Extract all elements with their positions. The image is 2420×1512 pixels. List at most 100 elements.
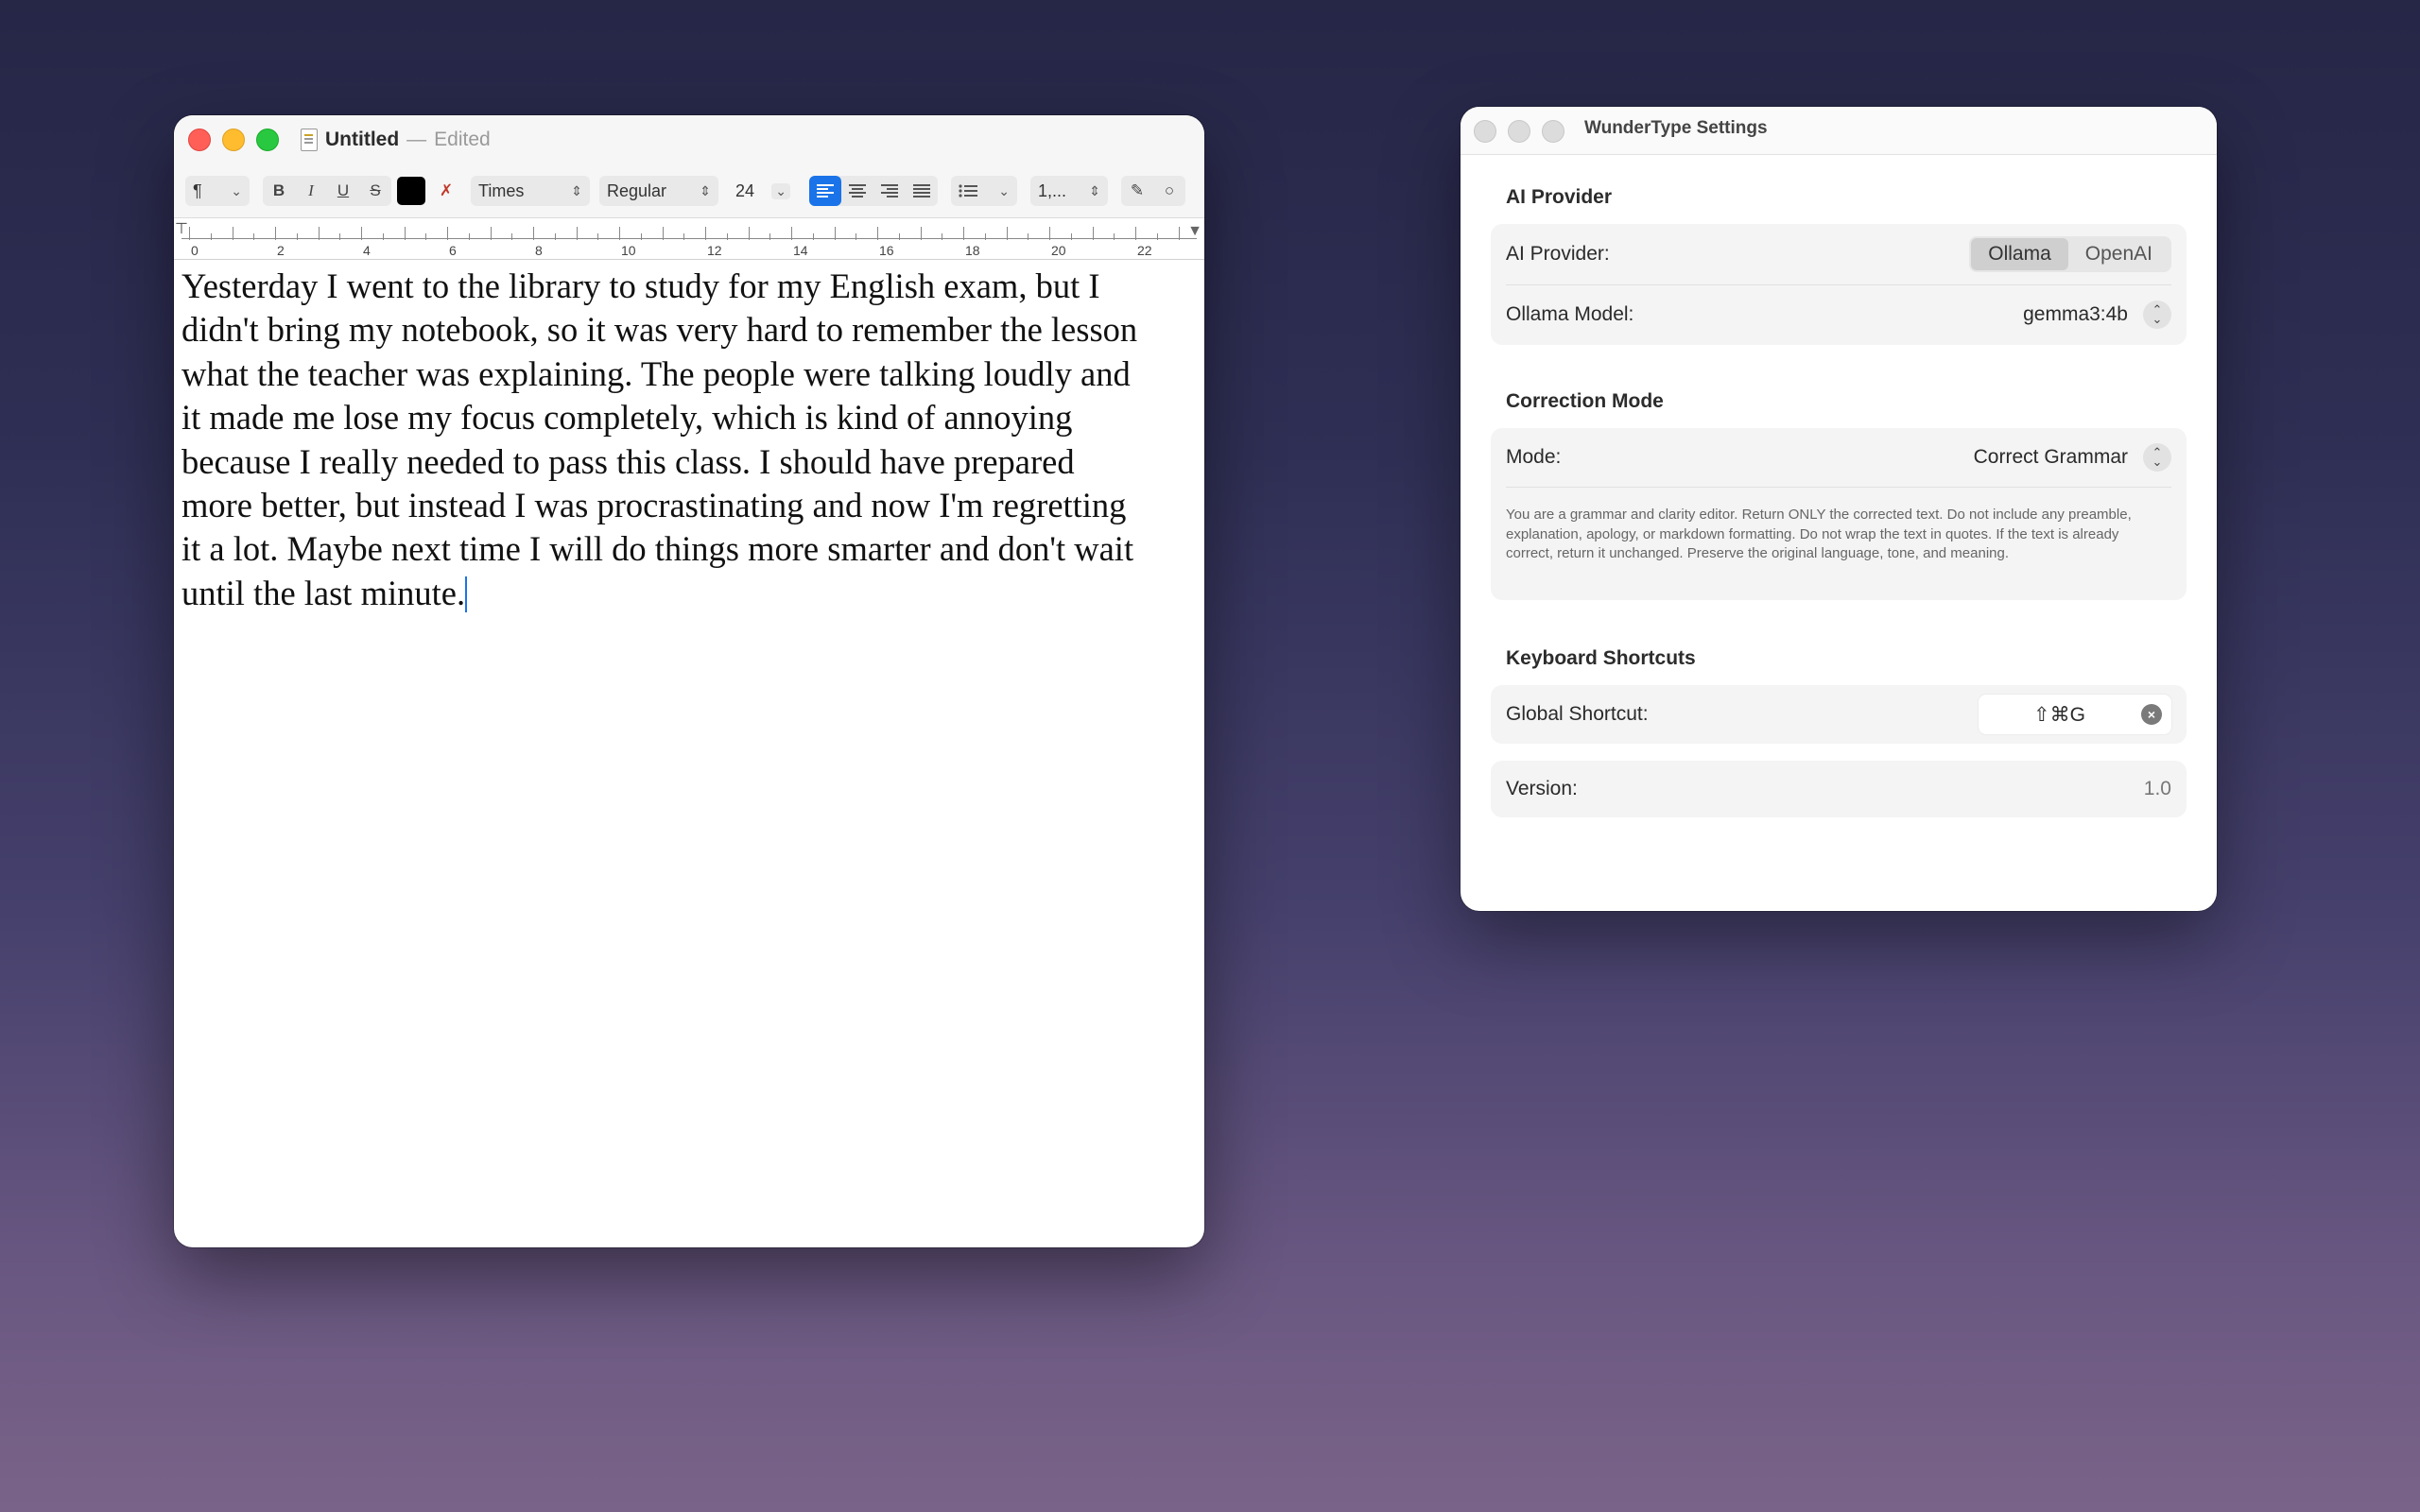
strikethrough-button[interactable]: S (359, 176, 391, 206)
chevron-down-icon: ⌄ (998, 182, 1010, 198)
justify-button[interactable] (906, 176, 938, 206)
font-style-popup[interactable]: Regular ⇕ (599, 176, 718, 206)
ollama-model-row: Ollama Model: gemma3:4b ⌃ ⌄ (1491, 284, 2187, 345)
justify-icon (913, 184, 930, 198)
mode-value: Correct Grammar (1973, 446, 2128, 468)
zoom-window-button[interactable] (1542, 120, 1564, 143)
clear-style-icon[interactable]: ✗ (431, 176, 461, 206)
ruler-tick (447, 227, 448, 240)
correction-mode-card: Mode: Correct Grammar ⌃ ⌄ You are a gramm… (1491, 428, 2187, 600)
updown-chevron-icon: ⌃ ⌄ (2143, 301, 2171, 329)
shortcuts-card: Global Shortcut: ⇧⌘G × (1491, 685, 2187, 744)
close-window-button[interactable] (188, 129, 211, 151)
zoom-window-button[interactable] (256, 129, 279, 151)
ruler-tick (963, 227, 964, 240)
text-line: until the last minute. (182, 573, 466, 612)
row-divider (1506, 487, 2171, 488)
section-title-correction-mode: Correction Mode (1506, 390, 1664, 412)
ruler-tick (769, 233, 771, 240)
bold-button[interactable]: B (263, 176, 295, 206)
document-text-area[interactable]: Yesterday I went to the library to study… (182, 265, 1193, 615)
underline-button[interactable]: U (327, 176, 359, 206)
version-label: Version: (1506, 778, 1578, 799)
ruler-tick (382, 233, 384, 240)
ruler-tick (576, 227, 578, 240)
title-separator: — (406, 129, 427, 150)
circle-shape-icon[interactable]: ○ (1153, 176, 1185, 206)
ruler-tick (984, 233, 986, 240)
section-title-ai-provider: AI Provider (1506, 186, 1613, 208)
global-shortcut-recorder[interactable]: ⇧⌘G × (1979, 695, 2171, 734)
section-title-keyboard-shortcuts: Keyboard Shortcuts (1506, 647, 1696, 669)
segment-ollama[interactable]: Ollama (1971, 238, 2068, 270)
ruler-tick (726, 233, 728, 240)
ruler-number: 12 (707, 243, 722, 258)
font-style-value: Regular (607, 180, 667, 200)
bullet-list-icon (959, 184, 977, 198)
ruler-tick (318, 227, 320, 240)
global-shortcut-label: Global Shortcut: (1506, 703, 1649, 725)
ruler-tick (425, 233, 427, 240)
ruler-tick (533, 227, 534, 240)
text-line: more better, but instead I was procrasti… (182, 486, 1127, 525)
textedit-titlebar: Untitled — Edited ¶ ⌄ B I U S ✗ Times ⇕ … (174, 115, 1204, 218)
text-line-last: until the last minute. (182, 572, 1193, 615)
right-margin-marker-icon[interactable]: ▼ (1187, 223, 1202, 240)
paragraph-style-popup[interactable]: ¶ ⌄ (185, 176, 250, 206)
minimize-window-button[interactable] (1508, 120, 1530, 143)
text-line: what the teacher was explaining. The peo… (182, 353, 1131, 393)
close-window-button[interactable] (1474, 120, 1496, 143)
pencil-icon[interactable]: ✎ (1121, 176, 1153, 206)
mode-row: Mode: Correct Grammar ⌃ ⌄ (1491, 428, 2187, 487)
minimize-window-button[interactable] (222, 129, 245, 151)
ruler-number: 14 (793, 243, 808, 258)
updown-chevron-icon: ⇕ (700, 182, 711, 198)
text-color-swatch[interactable] (397, 177, 425, 205)
text-line: it made me lose my focus completely, whi… (182, 398, 1073, 438)
chevron-down-icon: ⌄ (771, 182, 790, 199)
align-left-icon (817, 184, 834, 198)
ruler-number: 4 (363, 243, 371, 258)
align-left-button[interactable] (809, 176, 841, 206)
font-size-combo[interactable]: 24 ⌄ (728, 176, 798, 206)
ruler-tick (511, 233, 513, 240)
ollama-model-popup[interactable]: gemma3:4b ⌃ ⌄ (2023, 301, 2171, 329)
text-style-group: B I U S (263, 176, 391, 206)
font-family-value: Times (478, 180, 525, 200)
ruler-tick (619, 227, 620, 240)
ruler[interactable]: 0 2 4 6 8 10 12 14 16 18 20 22 ⊤ ▼ (174, 219, 1204, 260)
ruler-number: 2 (277, 243, 285, 258)
ruler-tick (554, 233, 556, 240)
italic-button[interactable]: I (295, 176, 327, 206)
clear-shortcut-icon[interactable]: × (2141, 704, 2162, 725)
ruler-tick (920, 227, 922, 240)
ai-provider-label: AI Provider: (1506, 243, 1610, 265)
text-line: Yesterday I went to the library to study… (182, 266, 1100, 305)
settings-window: WunderType Settings AI Provider AI Provi… (1461, 107, 2217, 911)
updown-chevron-icon: ⇕ (571, 182, 582, 198)
segment-openai[interactable]: OpenAI (2068, 238, 2169, 270)
list-style-popup[interactable]: ⌄ (951, 176, 1017, 206)
align-right-button[interactable] (873, 176, 906, 206)
ruler-tick (1178, 227, 1180, 240)
ruler-number: 18 (965, 243, 980, 258)
line-spacing-popup[interactable]: 1,... ⇕ (1030, 176, 1108, 206)
chevron-down-icon: ⌄ (231, 182, 242, 198)
global-shortcut-row: Global Shortcut: ⇧⌘G × (1491, 685, 2187, 744)
updown-chevron-icon: ⇕ (1089, 182, 1100, 198)
align-center-button[interactable] (841, 176, 873, 206)
font-family-popup[interactable]: Times ⇕ (471, 176, 590, 206)
ruler-tick (834, 227, 836, 240)
ruler-tick (1135, 227, 1136, 240)
ruler-number: 10 (621, 243, 636, 258)
align-center-icon (849, 184, 866, 198)
global-shortcut-value: ⇧⌘G (2033, 703, 2085, 726)
ruler-tick (490, 227, 492, 240)
ruler-tick (812, 233, 814, 240)
ruler-tick (791, 227, 792, 240)
left-margin-marker-icon[interactable]: ⊤ (175, 219, 188, 238)
ruler-tick (877, 227, 878, 240)
ruler-tick (1114, 233, 1115, 240)
mode-popup[interactable]: Correct Grammar ⌃ ⌄ (1974, 443, 2171, 472)
text-line: because I really needed to pass this cla… (182, 441, 1075, 481)
